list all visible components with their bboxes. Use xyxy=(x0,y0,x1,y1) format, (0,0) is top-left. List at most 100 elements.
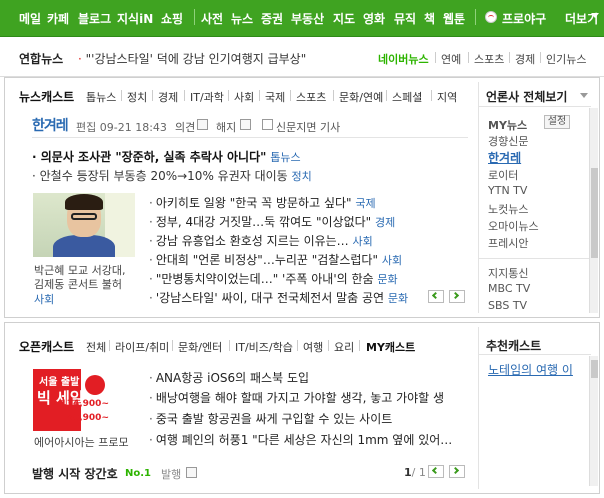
press-item[interactable]: 노컷뉴스 xyxy=(488,201,528,217)
news-category[interactable]: 국제 xyxy=(355,197,375,210)
nav-movie[interactable]: 영화 xyxy=(363,10,385,27)
tab-culture[interactable]: 문화/연예 xyxy=(339,89,383,105)
tab-cooking[interactable]: 요리 xyxy=(334,339,354,355)
tab-culture-ent[interactable]: 문화/엔터 xyxy=(178,339,222,355)
pencil-icon[interactable] xyxy=(197,119,208,130)
tab-life-hobby[interactable]: 라이프/취미 xyxy=(115,339,169,355)
tab-it-biz[interactable]: IT/비즈/학습 xyxy=(235,339,293,355)
nav-mail[interactable]: 메일 xyxy=(19,10,41,27)
nav-map[interactable]: 지도 xyxy=(333,10,355,27)
next-page-button[interactable] xyxy=(449,290,465,303)
nav-webtoon[interactable]: 웹툰 xyxy=(443,10,465,27)
link-naver-news[interactable]: 네이버뉴스 xyxy=(378,51,429,67)
photo-caption-category[interactable]: 사회 xyxy=(34,291,54,307)
news-category[interactable]: 문화 xyxy=(377,273,397,286)
news-photo[interactable] xyxy=(33,193,135,257)
news-category[interactable]: 경제 xyxy=(375,216,395,229)
paper-article-link[interactable]: 신문지면 기사 xyxy=(276,119,340,135)
news-list-item[interactable]: · '강남스타일' 싸이, 대구 전국체전서 말춤 공연 문화 xyxy=(149,289,408,306)
news-title: "만병통치약이었는데…" '주폭 아내'의 한숨 xyxy=(155,272,374,286)
all-press-dropdown[interactable]: 언론사 전체보기 xyxy=(486,88,567,105)
nav-realestate[interactable]: 부동산 xyxy=(291,10,324,27)
prev-page-button[interactable] xyxy=(428,290,444,303)
nav-book[interactable]: 책 xyxy=(424,10,435,27)
ticker-headline[interactable]: · "'강남스타일' 덕에 강남 인기여행지 급부상" xyxy=(78,50,306,67)
press-item[interactable]: 지지통신 xyxy=(488,265,528,281)
press-item-selected[interactable]: 한겨레 xyxy=(488,149,521,166)
prev-page-button[interactable] xyxy=(428,465,444,478)
press-item[interactable]: 경향신문 xyxy=(488,133,528,149)
settings-button[interactable]: 설정 xyxy=(544,115,570,129)
tab-international[interactable]: 국제 xyxy=(265,89,285,105)
nav-baseball[interactable]: 프로야구 xyxy=(502,10,546,27)
divider xyxy=(184,90,185,101)
nav-cafe[interactable]: 카페 xyxy=(47,10,69,27)
next-page-button[interactable] xyxy=(449,465,465,478)
news-list-item[interactable]: · 안대희 "언론 비정상"…누리꾼 "검찰스럽다" 사회 xyxy=(149,251,402,268)
chevron-right-icon xyxy=(451,291,460,300)
nav-music[interactable]: 뮤직 xyxy=(394,10,416,27)
tab-special[interactable]: 스페셜 xyxy=(392,89,422,105)
cast-list-item[interactable]: · ANA항공 iOS6의 패스북 도입 xyxy=(149,369,309,386)
photo-caption-line2[interactable]: 김제동 콘서트 불허 xyxy=(34,276,122,292)
recommend-scrollbar[interactable] xyxy=(589,356,598,486)
nav-blog[interactable]: 블로그 xyxy=(78,10,111,27)
news-category[interactable]: 사회 xyxy=(353,235,373,248)
press-scrollbar[interactable] xyxy=(589,108,598,313)
news-list-item[interactable]: · 정부, 4대강 거짓말…둑 깎여도 "이상없다" 경제 xyxy=(149,213,395,230)
tab-society[interactable]: 사회 xyxy=(234,89,254,105)
tab-region[interactable]: 지역 xyxy=(437,89,457,105)
news-category[interactable]: 문화 xyxy=(388,292,408,305)
press-item[interactable]: SBS TV xyxy=(488,299,527,312)
cast-list-item[interactable]: · 중국 출발 항공권을 싸게 구입할 수 있는 사이트 xyxy=(149,410,392,427)
press-item[interactable]: YTN TV xyxy=(488,184,527,197)
cast-list-item[interactable]: · 배낭여행을 해야 할때 가지고 가야할 생각, 놓고 가야할 생 xyxy=(149,389,444,406)
publish-label[interactable]: 발행 xyxy=(161,466,181,482)
tab-politics[interactable]: 정치 xyxy=(127,89,147,105)
lead-headline-2-category[interactable]: 정치 xyxy=(292,170,312,183)
news-list-item[interactable]: · "만병통치약이었는데…" '주폭 아내'의 한숨 문화 xyxy=(149,270,398,287)
scrollbar-thumb[interactable] xyxy=(591,360,598,378)
link-entertainment[interactable]: 연예 xyxy=(441,51,461,67)
scrollbar-thumb[interactable] xyxy=(591,168,598,258)
unsubscribe-link[interactable]: 해지 xyxy=(216,119,236,135)
press-item[interactable]: 프레시안 xyxy=(488,235,528,251)
news-list-item[interactable]: · 아키히토 일왕 "한국 꼭 방문하고 싶다" 국제 xyxy=(149,194,376,211)
promo-banner[interactable]: 서울 출발 빅 세일! 134,900~ 180,900~ xyxy=(33,369,111,431)
press-item[interactable]: 오마이뉴스 xyxy=(488,218,539,234)
tab-all[interactable]: 전체 xyxy=(86,339,106,355)
news-category[interactable]: 사회 xyxy=(382,254,402,267)
link-popular-news[interactable]: 인기뉴스 xyxy=(546,51,586,67)
link-sports[interactable]: 스포츠 xyxy=(474,51,504,67)
nav-dictionary[interactable]: 사전 xyxy=(201,10,223,27)
opinion-link[interactable]: 의견 xyxy=(175,119,195,135)
tab-opencast[interactable]: 오픈캐스트 xyxy=(19,338,74,355)
lead-headline-1-category[interactable]: 톱뉴스 xyxy=(270,151,300,164)
tab-travel[interactable]: 여행 xyxy=(303,339,323,355)
tab-it-science[interactable]: IT/과학 xyxy=(190,89,224,105)
tab-mycast[interactable]: MY캐스트 xyxy=(366,339,415,355)
press-logo-hankyoreh[interactable]: 한겨레 xyxy=(32,115,69,135)
recommend-item[interactable]: 노테임의 여행 이 xyxy=(488,361,576,378)
pencil-icon[interactable] xyxy=(186,467,197,478)
close-icon[interactable] xyxy=(240,119,251,130)
nav-news[interactable]: 뉴스 xyxy=(231,10,253,27)
link-economy[interactable]: 경제 xyxy=(515,51,535,67)
tab-top-news[interactable]: 톱뉴스 xyxy=(86,89,116,105)
nav-stock[interactable]: 증권 xyxy=(261,10,283,27)
chevron-down-icon[interactable] xyxy=(580,93,588,98)
nav-shopping[interactable]: 쇼핑 xyxy=(161,10,183,27)
tab-economy[interactable]: 경제 xyxy=(158,89,178,105)
publish-start-title[interactable]: 발행 시작 장간호 xyxy=(32,465,118,482)
tab-newscast[interactable]: 뉴스캐스트 xyxy=(19,88,74,105)
tab-sports[interactable]: 스포츠 xyxy=(296,89,326,105)
lead-headline-2[interactable]: · 안철수 등장뒤 부동층 20%→10% 유권자 대이동 정치 xyxy=(32,167,312,184)
news-list-item[interactable]: · 강남 유흥업소 환호성 지르는 이유는… 사회 xyxy=(149,232,373,249)
lead-headline-1[interactable]: · 의문사 조사관 "장준하, 실족 추락사 아니다" 톱뉴스 xyxy=(32,148,301,165)
cast-list-item[interactable]: · 여행 폐인의 허풍1 "다른 세상은 자신의 1mm 옆에 있어… xyxy=(149,431,452,448)
nav-kin[interactable]: 지식iN xyxy=(117,10,153,27)
press-item[interactable]: 로이터 xyxy=(488,167,518,183)
promo-caption[interactable]: 에어아시아는 프로모 xyxy=(34,434,129,450)
press-item[interactable]: MBC TV xyxy=(488,282,530,295)
ticker-source[interactable]: 연합뉴스 xyxy=(19,50,63,67)
